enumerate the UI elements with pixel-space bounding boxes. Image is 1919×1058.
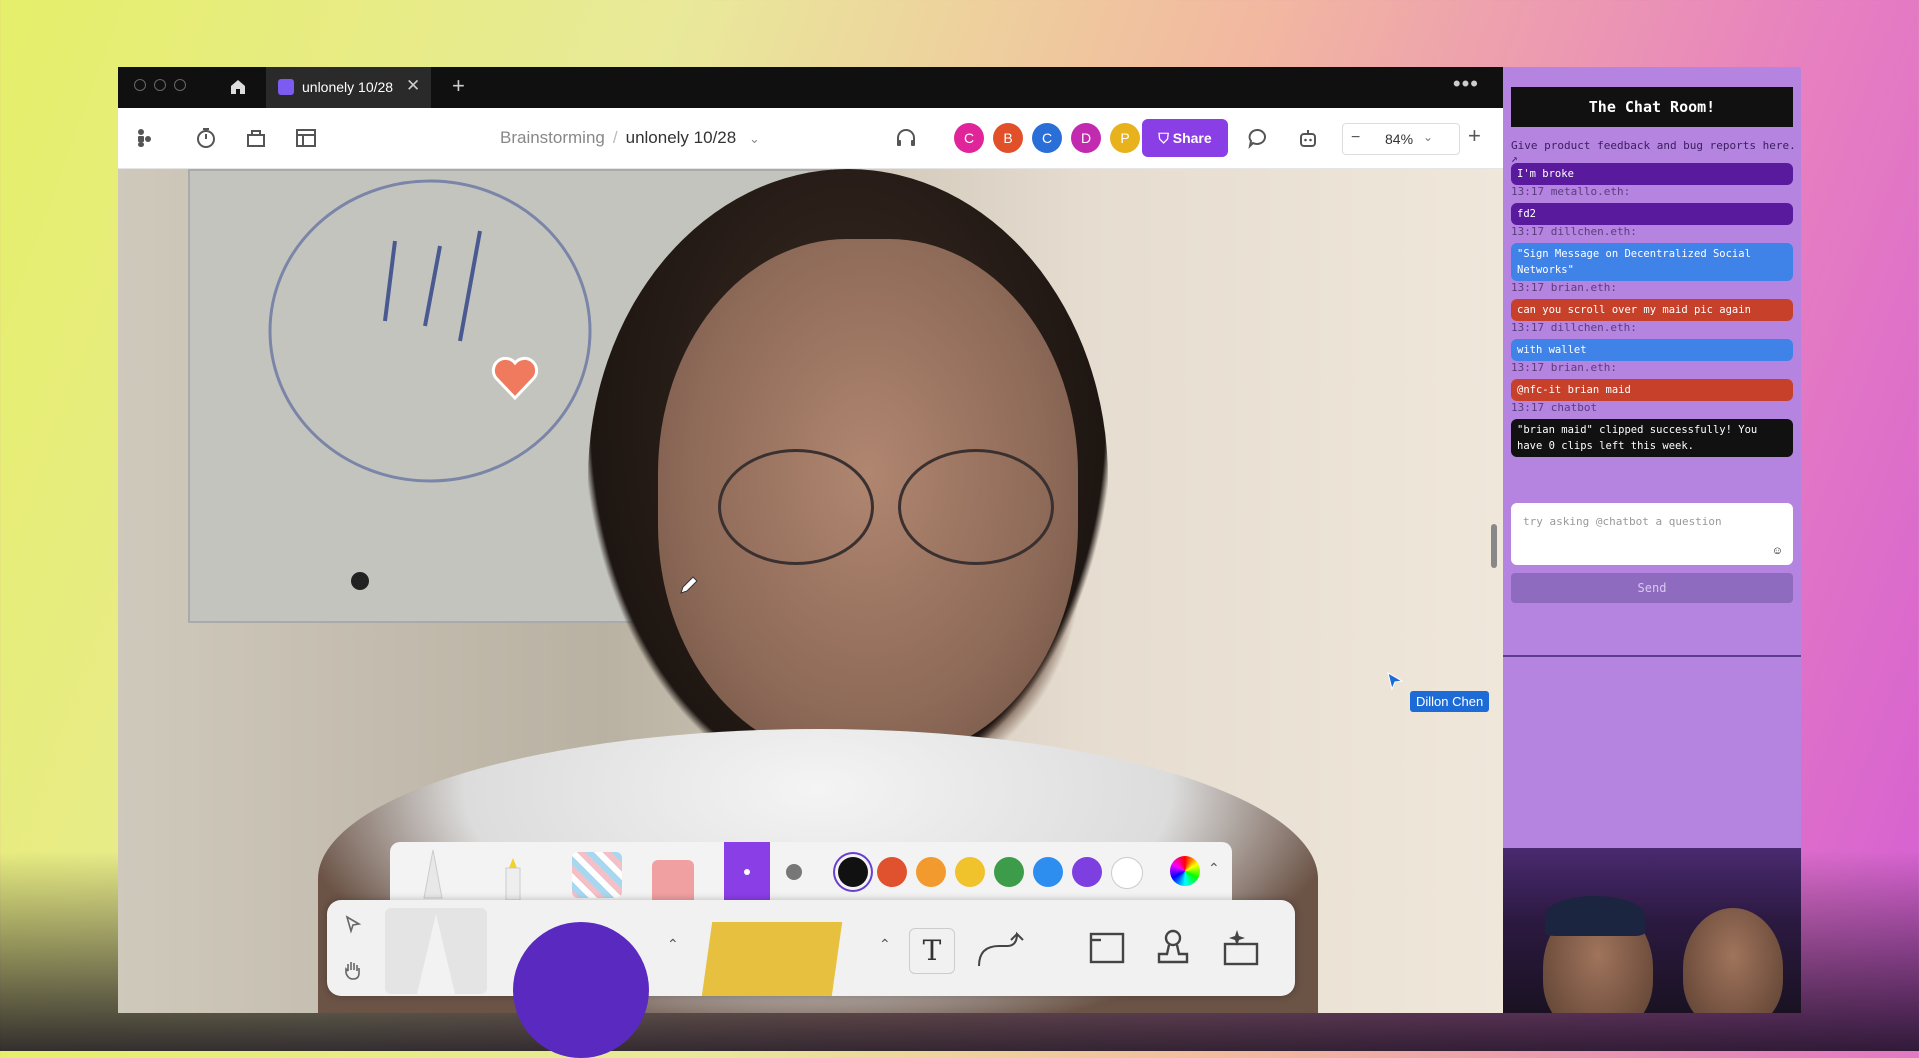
- collaborator-cursor-label: Dillon Chen: [1410, 691, 1490, 712]
- breadcrumb-file[interactable]: unlonely 10/28: [626, 128, 737, 147]
- vertical-scrollbar[interactable]: [1491, 524, 1497, 568]
- message-meta: 13:17 brian.eth:: [1511, 361, 1617, 374]
- figjam-toolbar: ⌃ ⌃ T: [327, 900, 1295, 1058]
- color-swatch[interactable]: [877, 857, 907, 887]
- color-swatch[interactable]: [838, 857, 868, 887]
- pen-tool-slot[interactable]: [385, 908, 487, 994]
- color-swatch[interactable]: [994, 857, 1024, 887]
- zoom-chevron-icon[interactable]: ⌄: [1423, 130, 1433, 144]
- color-swatch[interactable]: [916, 857, 946, 887]
- share-label: Share: [1172, 130, 1212, 146]
- file-toolbar: Brainstorming / unlonely 10/28 ⌄ CBCDP ⛉ S…: [118, 108, 1503, 169]
- heart-reaction-icon: [491, 356, 539, 401]
- figjam-file-icon: [278, 79, 294, 95]
- stream-webcam: [1503, 848, 1801, 1013]
- chat-divider: [1503, 655, 1801, 657]
- chat-input-placeholder: try asking @chatbot a question: [1523, 515, 1722, 528]
- chevron-down-icon[interactable]: ⌄: [749, 131, 760, 146]
- feedback-link[interactable]: Give product feedback and bug reports he…: [1511, 139, 1801, 165]
- sticky-note-tool-icon[interactable]: [701, 922, 843, 996]
- close-tab-icon[interactable]: ✕: [406, 76, 420, 96]
- zoom-control: − 84% ⌄: [1342, 123, 1460, 155]
- more-menu-icon[interactable]: •••: [1453, 71, 1479, 97]
- text-tool-icon[interactable]: T: [909, 928, 955, 974]
- chat-message: fd2: [1511, 203, 1793, 225]
- zoom-level[interactable]: 84%: [1385, 131, 1413, 147]
- breadcrumb-separator: /: [612, 128, 618, 147]
- streamer-left-cap: [1545, 896, 1645, 936]
- zoom-in-button[interactable]: +: [1468, 123, 1481, 149]
- chat-message: @nfc-it brian maid: [1511, 379, 1793, 401]
- window-close-control[interactable]: [134, 79, 146, 91]
- message-meta: 13:17 dillchen.eth:: [1511, 225, 1637, 238]
- collaborator-avatar[interactable]: P: [1110, 123, 1140, 153]
- stamp-tool-icon[interactable]: [1153, 926, 1193, 970]
- marker-tool-icon[interactable]: [418, 848, 448, 900]
- thick-stroke-option[interactable]: [786, 864, 802, 880]
- more-tools-icon[interactable]: [1219, 926, 1263, 970]
- collaborator-avatar[interactable]: C: [954, 123, 984, 153]
- message-meta: 13:17 chatbot: [1511, 401, 1598, 414]
- message-meta: 13:17 metallo.eth:: [1511, 185, 1631, 198]
- glasses-right-lens: [898, 449, 1054, 565]
- collaborator-avatar[interactable]: D: [1071, 123, 1101, 153]
- chat-message: I'm broke: [1511, 163, 1793, 185]
- color-swatch[interactable]: [1111, 857, 1143, 889]
- breadcrumb-project[interactable]: Brainstorming: [500, 128, 605, 147]
- chat-message: "Sign Message on Decentralized Social Ne…: [1511, 243, 1793, 281]
- select-tool-icon[interactable]: [343, 914, 363, 934]
- zoom-out-button[interactable]: −: [1351, 129, 1360, 147]
- collaborator-avatar[interactable]: C: [1032, 123, 1062, 153]
- color-swatch[interactable]: [1033, 857, 1063, 887]
- emoji-picker-icon[interactable]: ☺: [1772, 545, 1783, 557]
- connector-tool-icon[interactable]: [973, 926, 1039, 974]
- chat-title: The Chat Room!: [1511, 87, 1793, 127]
- color-swatch[interactable]: [955, 857, 985, 887]
- drawing-options-bar: ⌃: [390, 842, 1232, 902]
- tab-unlonely[interactable]: unlonely 10/28 ✕: [266, 67, 431, 108]
- shape-tool-icon[interactable]: [513, 922, 649, 1058]
- shape-chevron-up-icon[interactable]: ⌃: [667, 936, 679, 953]
- pencil-cursor-icon: [680, 576, 698, 594]
- breadcrumb: Brainstorming / unlonely 10/28 ⌄: [500, 128, 760, 148]
- share-icon: ⛉: [1158, 130, 1173, 146]
- glasses-left-lens: [718, 449, 874, 565]
- comment-icon[interactable]: [1246, 126, 1270, 150]
- hand-tool-icon[interactable]: [341, 958, 365, 982]
- message-meta: 13:17 brian.eth:: [1511, 281, 1617, 294]
- chat-message: with wallet: [1511, 339, 1793, 361]
- timer-icon[interactable]: [194, 126, 218, 150]
- tab-bar: unlonely 10/28 ✕ + •••: [118, 67, 1503, 108]
- share-button[interactable]: ⛉ Share: [1142, 119, 1228, 157]
- message-meta: 13:17 dillchen.eth:: [1511, 321, 1637, 334]
- figma-menu-icon[interactable]: [134, 126, 158, 150]
- streamer-right: [1683, 908, 1783, 1013]
- collaborator-avatar[interactable]: B: [993, 123, 1023, 153]
- chat-message: can you scroll over my maid pic again: [1511, 299, 1793, 321]
- chat-room-panel: The Chat Room! Give product feedback and…: [1503, 67, 1801, 848]
- home-icon[interactable]: [228, 77, 248, 97]
- color-swatch[interactable]: [1072, 857, 1102, 887]
- window-minimize-control[interactable]: [154, 79, 166, 91]
- new-tab-button[interactable]: +: [452, 73, 465, 99]
- headphones-icon[interactable]: [894, 126, 918, 150]
- tab-label: unlonely 10/28: [302, 79, 394, 95]
- collaborator-cursor-icon: [1387, 671, 1404, 691]
- section-tool-icon[interactable]: [1087, 928, 1127, 968]
- window-maximize-control[interactable]: [174, 79, 186, 91]
- send-button[interactable]: Send: [1511, 573, 1793, 603]
- palette-chevron-up-icon[interactable]: ⌃: [1208, 860, 1220, 877]
- sticky-chevron-up-icon[interactable]: ⌃: [879, 936, 891, 953]
- color-picker-icon[interactable]: [1170, 856, 1200, 886]
- ai-bot-icon[interactable]: [1296, 126, 1320, 150]
- thin-stroke-option[interactable]: [724, 842, 770, 902]
- chat-message: "brian maid" clipped successfully! You h…: [1511, 419, 1793, 457]
- highlighter-tool-icon[interactable]: [500, 856, 526, 900]
- resources-icon[interactable]: [244, 126, 268, 150]
- washi-tape-tool-icon[interactable]: [572, 852, 622, 898]
- layout-icon[interactable]: [294, 126, 318, 150]
- eraser-tool-icon[interactable]: [652, 860, 694, 902]
- chat-input[interactable]: try asking @chatbot a question ☺: [1511, 503, 1793, 565]
